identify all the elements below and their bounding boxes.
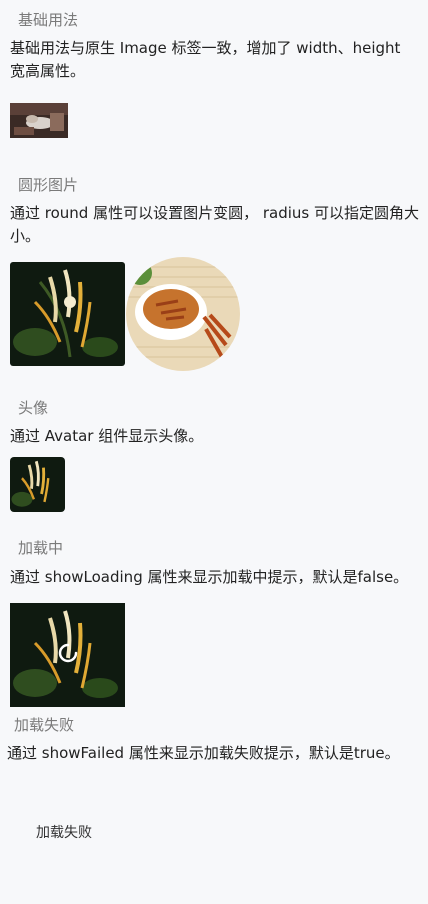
section-desc-avatar: 通过 Avatar 组件显示头像。 [10, 427, 204, 445]
failed-image[interactable]: 加载失败 [10, 780, 125, 884]
section-desc-loading: 通过 showLoading 属性来显示加载中提示，默认是false。 [10, 568, 409, 586]
section-desc-failed: 通过 showFailed 属性来显示加载失败提示，默认是true。 [7, 744, 400, 762]
loading-spinner-icon [58, 643, 78, 663]
round-image[interactable] [126, 257, 240, 371]
section-title-avatar: 头像 [18, 399, 49, 417]
flower-image[interactable] [10, 262, 125, 366]
section-title-round: 圆形图片 [18, 176, 79, 194]
section-desc-round: 通过 round 属性可以设置图片变圆， radius 可以指定圆角大小。 [10, 204, 419, 245]
failed-text: 加载失败 [36, 825, 92, 841]
section-title-basic: 基础用法 [18, 11, 79, 29]
avatar[interactable] [10, 457, 65, 512]
section-desc-basic: 基础用法与原生 Image 标签一致，增加了 width、height 宽高属性… [10, 39, 401, 80]
section-title-failed: 加载失败 [14, 716, 75, 734]
section-title-loading: 加载中 [18, 539, 64, 557]
basic-image[interactable] [10, 103, 68, 138]
